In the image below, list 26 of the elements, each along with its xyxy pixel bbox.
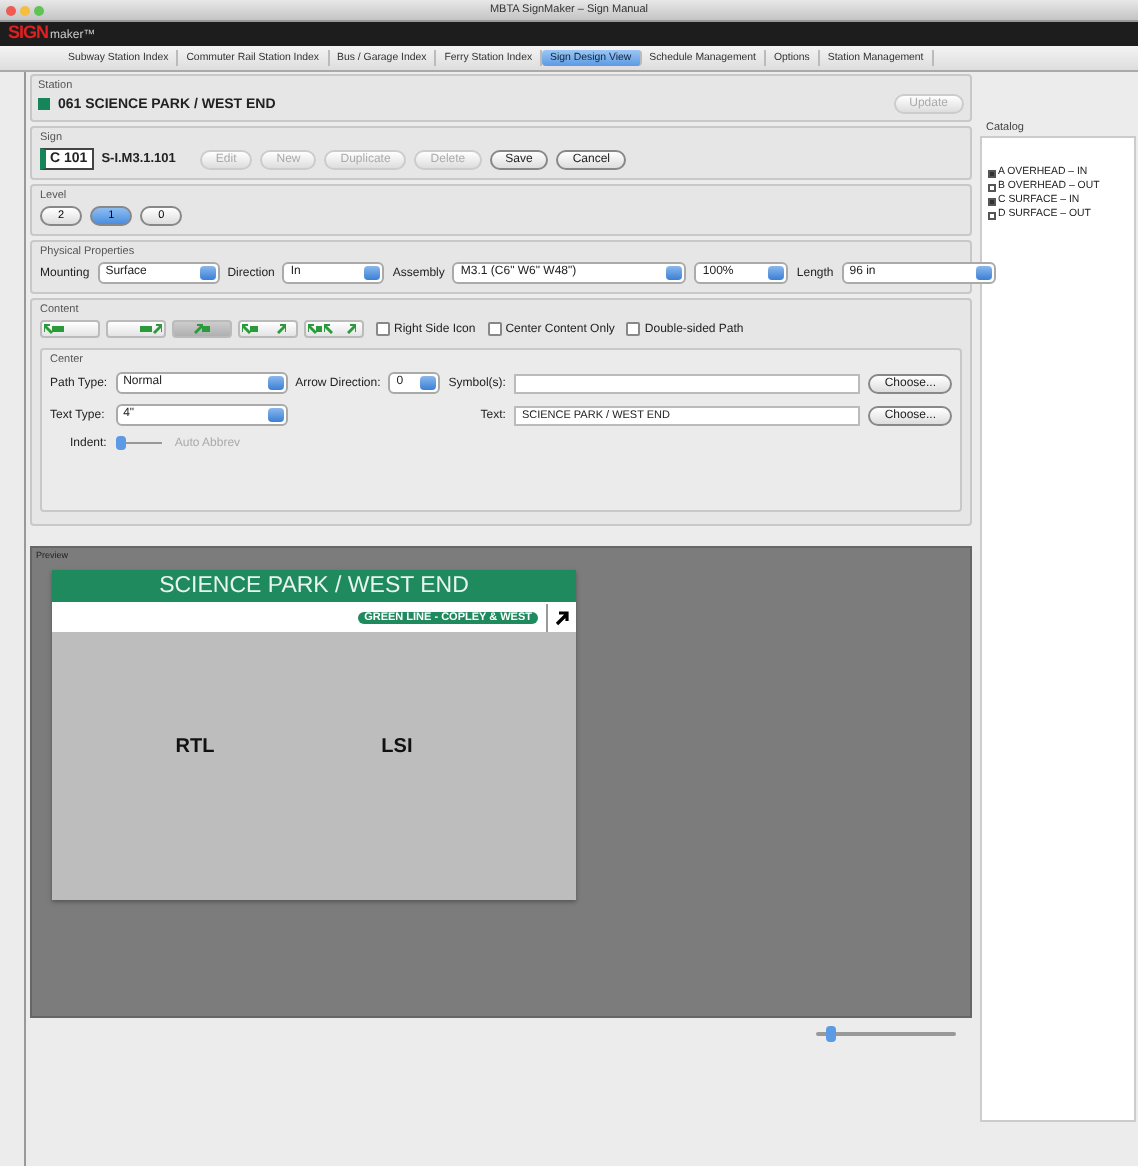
minimize-button[interactable] bbox=[20, 5, 30, 15]
layout-button[interactable] bbox=[172, 320, 232, 338]
logo-brand: SIGN bbox=[8, 22, 49, 42]
arrow-icon bbox=[554, 610, 570, 626]
sign-layout-icon bbox=[193, 324, 211, 334]
sign-layout-icon bbox=[308, 324, 356, 334]
checkbox[interactable] bbox=[626, 321, 641, 336]
close-button[interactable] bbox=[6, 5, 16, 15]
layout-button[interactable] bbox=[106, 320, 166, 338]
slider-thumb[interactable] bbox=[116, 436, 127, 450]
sign-area-label: RTL bbox=[175, 735, 215, 757]
layout-button[interactable] bbox=[238, 320, 298, 338]
input-field[interactable] bbox=[513, 373, 861, 393]
sign-layout-icon bbox=[44, 324, 64, 334]
sign-layout-icon bbox=[242, 324, 286, 334]
zoom-button[interactable] bbox=[34, 5, 44, 15]
sign-area-label: LSI bbox=[381, 735, 413, 757]
sign-header: SCIENCE PARK / WEST END bbox=[52, 570, 576, 604]
checkbox[interactable] bbox=[487, 321, 502, 336]
layout-button[interactable] bbox=[40, 320, 100, 338]
sign-layout-icon bbox=[140, 324, 162, 334]
indent-slider[interactable] bbox=[118, 436, 163, 450]
checkbox[interactable] bbox=[376, 321, 390, 336]
zoom-slider[interactable] bbox=[816, 1026, 956, 1042]
layout-button[interactable] bbox=[304, 320, 364, 338]
slider-thumb[interactable] bbox=[826, 1026, 836, 1042]
